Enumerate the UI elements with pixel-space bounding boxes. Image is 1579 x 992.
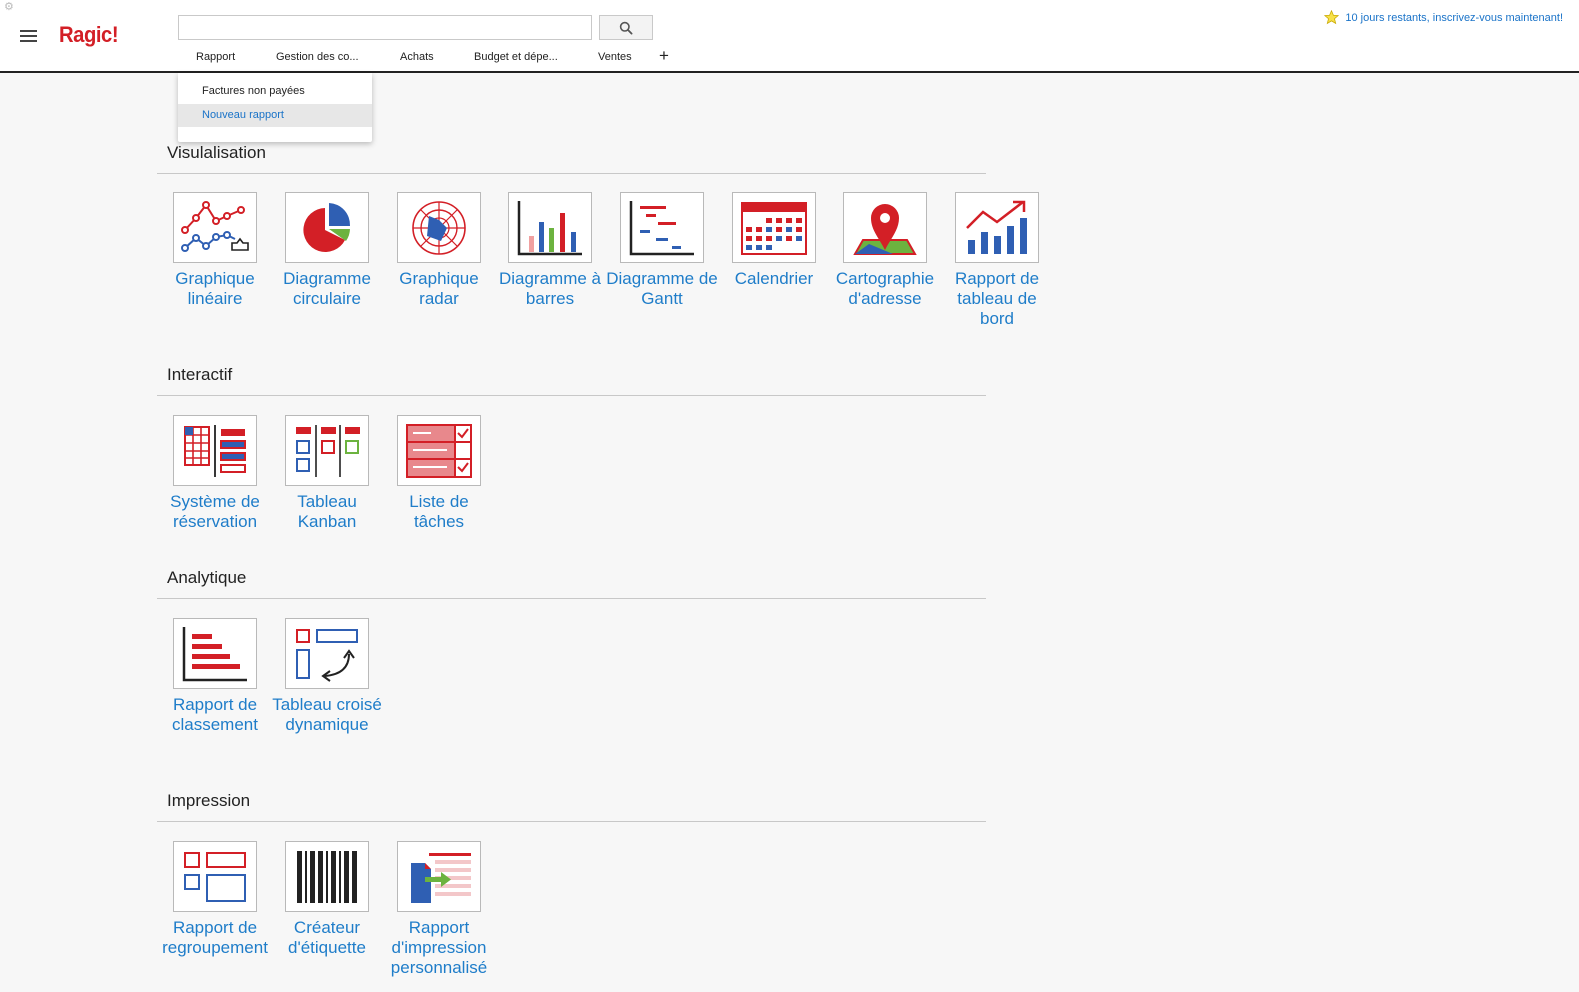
- top-header: ⚙ Ragic! Rapport Gestion des co... Achat…: [0, 0, 1579, 73]
- tab-ventes[interactable]: Ventes: [598, 49, 632, 65]
- report-type-label: Créateur d'étiquette: [288, 918, 366, 957]
- section-divider: [157, 395, 986, 396]
- report-type-label: Diagramme de Gantt: [606, 269, 718, 308]
- menu-item-factures[interactable]: Factures non payées: [178, 80, 372, 103]
- report-type-grouping[interactable]: Rapport de regroupement: [159, 841, 271, 958]
- app-root: ⚙ Ragic! Rapport Gestion des co... Achat…: [0, 0, 1579, 992]
- section-title-interactif: Interactif: [167, 365, 233, 384]
- report-type-line-chart[interactable]: Graphique linéaire: [159, 192, 271, 309]
- report-type-calendar[interactable]: Calendrier: [718, 192, 830, 289]
- search-icon: [619, 21, 633, 35]
- calendar-icon: [741, 201, 807, 255]
- search-input[interactable]: [178, 15, 592, 40]
- rapport-dropdown-menu: Factures non payées Nouveau rapport: [178, 73, 372, 142]
- settings-gear-icon[interactable]: ⚙: [4, 2, 14, 13]
- menu-item-nouveau-rapport[interactable]: Nouveau rapport: [178, 104, 372, 127]
- bar-chart-icon: [517, 200, 582, 255]
- kanban-board-icon: [296, 424, 360, 477]
- ranking-chart-icon: [182, 626, 247, 681]
- tab-rapport[interactable]: Rapport: [196, 49, 235, 65]
- report-type-label: Diagramme circulaire: [283, 269, 371, 308]
- radar-chart-icon: [412, 200, 466, 255]
- report-type-task-list[interactable]: Liste de tâches: [383, 415, 495, 532]
- tab-gestion[interactable]: Gestion des co...: [276, 49, 359, 65]
- pivot-table-icon: [296, 628, 358, 682]
- section-title-analytique: Analytique: [167, 568, 247, 587]
- tab-budget[interactable]: Budget et dépe...: [474, 49, 558, 65]
- report-type-label: Calendrier: [734, 269, 814, 288]
- trial-signup-link[interactable]: 10 jours restants, inscrivez-vous mainte…: [1345, 12, 1563, 24]
- barcode-icon: [297, 850, 357, 903]
- add-tab-button[interactable]: +: [659, 46, 669, 66]
- section-divider: [157, 598, 986, 599]
- report-type-label: Rapport de regroupement: [162, 918, 268, 957]
- report-type-label: Graphique radar: [399, 269, 479, 308]
- section-title-visualisation: Visulalisation: [167, 143, 266, 162]
- report-type-label: Système de réservation: [170, 492, 260, 531]
- pie-chart-icon: [303, 202, 351, 252]
- grouping-layout-icon: [184, 851, 246, 902]
- gantt-chart-icon: [629, 200, 694, 255]
- map-pin-icon: [853, 203, 917, 255]
- section-title-impression: Impression: [167, 791, 251, 810]
- report-type-label: Tableau Kanban: [297, 492, 357, 531]
- report-type-gantt-chart[interactable]: Diagramme de Gantt: [606, 192, 718, 309]
- reservation-grid-icon: [184, 424, 246, 477]
- section-divider: [157, 821, 986, 822]
- report-type-dashboard[interactable]: Rapport de tableau de bord: [941, 192, 1053, 329]
- line-chart-icon: [181, 200, 249, 252]
- report-type-label: Rapport de tableau de bord: [954, 269, 1040, 328]
- report-type-address-map[interactable]: Cartographie d'adresse: [829, 192, 941, 309]
- report-type-pie-chart[interactable]: Diagramme circulaire: [271, 192, 383, 309]
- search-button[interactable]: [599, 15, 653, 40]
- report-type-label: Rapport d'impression personnalisé: [390, 918, 488, 977]
- hamburger-menu-icon[interactable]: [20, 30, 37, 43]
- report-type-kanban[interactable]: Tableau Kanban: [271, 415, 383, 532]
- report-type-label: Cartographie d'adresse: [835, 269, 935, 308]
- tab-achats[interactable]: Achats: [400, 49, 434, 65]
- report-type-label: Liste de tâches: [409, 492, 469, 531]
- star-icon: [1324, 10, 1340, 25]
- dashboard-trend-icon: [966, 200, 1027, 254]
- ragic-logo[interactable]: Ragic!: [59, 22, 119, 48]
- section-divider: [157, 173, 986, 174]
- trial-promo: 10 jours restants, inscrivez-vous mainte…: [1324, 10, 1563, 25]
- report-type-custom-print[interactable]: Rapport d'impression personnalisé: [383, 841, 495, 978]
- report-type-label: Diagramme à barres: [498, 269, 602, 308]
- report-type-label: Tableau croisé dynamique: [272, 695, 382, 734]
- custom-print-icon: [411, 852, 471, 903]
- report-type-ranking[interactable]: Rapport de classement: [159, 618, 271, 735]
- report-type-label: Rapport de classement: [172, 695, 258, 734]
- report-type-reservation[interactable]: Système de réservation: [159, 415, 271, 532]
- report-type-bar-chart[interactable]: Diagramme à barres: [494, 192, 606, 309]
- report-type-radar-chart[interactable]: Graphique radar: [383, 192, 495, 309]
- task-list-icon: [406, 423, 472, 478]
- report-type-label-creator[interactable]: Créateur d'étiquette: [271, 841, 383, 958]
- report-type-pivot-table[interactable]: Tableau croisé dynamique: [271, 618, 383, 735]
- report-type-label: Graphique linéaire: [175, 269, 255, 308]
